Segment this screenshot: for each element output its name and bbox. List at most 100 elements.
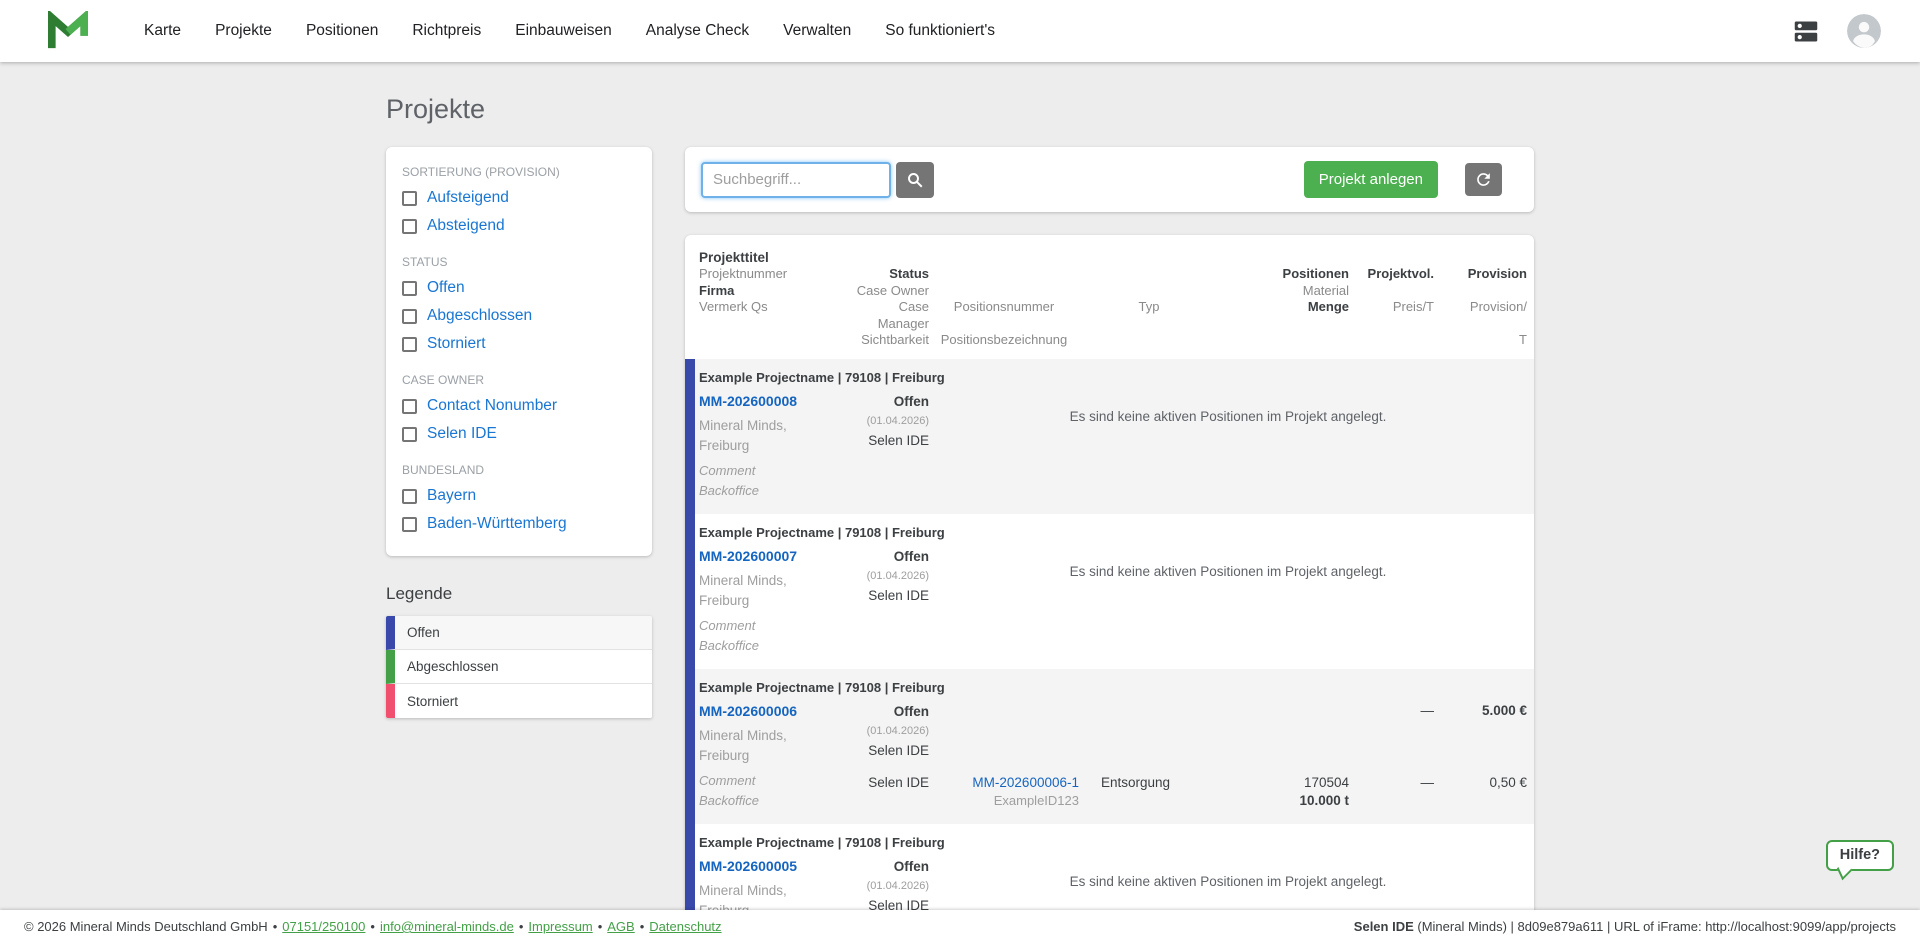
nav-item-richtpreis[interactable]: Richtpreis	[412, 22, 481, 40]
status-label: Offen	[893, 703, 929, 719]
legend-item-label: Offen	[407, 625, 440, 640]
checkbox-icon[interactable]	[402, 398, 417, 414]
refresh-button[interactable]	[1465, 163, 1502, 196]
nav-item-analyse-check[interactable]: Analyse Check	[646, 22, 749, 40]
project-vermerk: Comment	[699, 617, 756, 633]
empty-positions-message: Es sind keine aktiven Positionen im Proj…	[1069, 873, 1387, 889]
project-number-link[interactable]: MM-202600005	[699, 858, 797, 874]
footer-datenschutz-link[interactable]: Datenschutz	[649, 919, 721, 934]
filter-option-abgeschlossen[interactable]: Abgeschlossen	[402, 302, 636, 330]
checkbox-icon[interactable]	[402, 218, 417, 234]
legend-item-label: Abgeschlossen	[407, 659, 499, 674]
filter-option-label: Bayern	[427, 487, 477, 504]
filter-section-sortierung: SORTIERUNG (PROVISION) Aufsteigend Abste…	[402, 165, 636, 240]
position-menge: 10.000 t	[1299, 792, 1349, 808]
filter-option-label: Selen IDE	[427, 425, 497, 442]
table-header: Projekttitel Projektnummer Status Positi…	[685, 235, 1534, 359]
filter-option-baden-wuerttemberg[interactable]: Baden-Württemberg	[402, 510, 636, 538]
checkbox-icon[interactable]	[402, 488, 417, 504]
filter-option-contact-nonumber[interactable]: Contact Nonumber	[402, 392, 636, 420]
footer-separator: •	[272, 919, 278, 934]
page-container: Projekte SORTIERUNG (PROVISION) Aufsteig…	[386, 94, 1534, 943]
filter-option-label: Storniert	[427, 335, 486, 352]
project-number-link[interactable]: MM-202600007	[699, 548, 797, 564]
project-company: Mineral Minds, Freiburg	[699, 726, 844, 766]
mineral-minds-logo[interactable]	[46, 11, 90, 51]
filter-option-selen-ide[interactable]: Selen IDE	[402, 420, 636, 448]
position-provision: 0,50 €	[1489, 774, 1527, 790]
checkbox-icon[interactable]	[402, 190, 417, 206]
project-row-title: Example Projectname | 79108 | Freiburg	[699, 834, 945, 850]
filter-option-storniert[interactable]: Storniert	[402, 330, 636, 358]
status-label: Offen	[893, 393, 929, 409]
status-label: Offen	[893, 858, 929, 874]
company-line: Freiburg	[699, 747, 750, 763]
help-button[interactable]: Hilfe?	[1825, 840, 1894, 871]
position-preis: —	[1420, 774, 1435, 790]
footer-separator: •	[597, 919, 603, 934]
company-line: Freiburg	[699, 437, 750, 453]
search-toolbar: Projekt anlegen	[685, 147, 1534, 212]
footer-agb-link[interactable]: AGB	[607, 919, 634, 934]
filter-option-absteigend[interactable]: Absteigend	[402, 212, 636, 240]
nav-item-verwalten[interactable]: Verwalten	[783, 22, 851, 40]
header-positionsnummer: Positionsnummer	[953, 299, 1055, 314]
project-sichtbarkeit: Backoffice	[699, 482, 759, 498]
checkbox-icon[interactable]	[402, 280, 417, 296]
create-project-button[interactable]: Projekt anlegen	[1303, 161, 1438, 198]
position-number-cell: MM-202600006-1 ExampleID123	[929, 775, 1079, 811]
checkbox-icon[interactable]	[402, 336, 417, 352]
case-owner: Selen IDE	[868, 432, 929, 448]
company-line: Mineral Minds,	[699, 727, 787, 743]
filter-option-aufsteigend[interactable]: Aufsteigend	[402, 184, 636, 212]
header-projektvol: Projektvol.	[1367, 266, 1434, 281]
session-details: (Mineral Minds) | 8d09e879a611 | URL of …	[1413, 919, 1896, 934]
project-info-cell: MM-202600006 Mineral Minds, Freiburg Com…	[699, 703, 844, 811]
header-provision-t2: T	[1519, 332, 1527, 347]
empty-positions-message: Es sind keine aktiven Positionen im Proj…	[1069, 408, 1387, 424]
filter-option-offen[interactable]: Offen	[402, 274, 636, 302]
filter-option-bayern[interactable]: Bayern	[402, 482, 636, 510]
nav-item-positionen[interactable]: Positionen	[306, 22, 378, 40]
project-row-title: Example Projectname | 79108 | Freiburg	[699, 524, 945, 540]
header-vermerk-qs: Vermerk Qs	[699, 299, 768, 314]
project-sichtbarkeit: Backoffice	[699, 792, 759, 808]
page-title: Projekte	[386, 94, 486, 124]
header-positionsbezeichnung: Positionsbezeichnung	[940, 332, 1068, 347]
checkbox-icon[interactable]	[402, 426, 417, 442]
search-button[interactable]	[896, 161, 934, 198]
footer-email-link[interactable]: info@mineral-minds.de	[380, 919, 514, 934]
position-number-link[interactable]: MM-202600006-1	[972, 775, 1079, 790]
footer-phone-link[interactable]: 07151/250100	[282, 919, 365, 934]
project-row-title: Example Projectname | 79108 | Freiburg	[699, 369, 945, 385]
company-line: Mineral Minds,	[699, 417, 787, 433]
nav-item-karte[interactable]: Karte	[144, 22, 181, 40]
left-column: SORTIERUNG (PROVISION) Aufsteigend Abste…	[386, 147, 652, 718]
footer-impressum-link[interactable]: Impressum	[528, 919, 592, 934]
checkbox-icon[interactable]	[402, 516, 417, 532]
filter-panel: SORTIERUNG (PROVISION) Aufsteigend Abste…	[386, 147, 652, 556]
filter-section-status: STATUS Offen Abgeschlossen Storniert	[402, 255, 636, 358]
top-navigation-bar: Karte Projekte Positionen Richtpreis Ein…	[0, 0, 1920, 62]
company-line: Freiburg	[699, 592, 750, 608]
project-number-link[interactable]: MM-202600008	[699, 393, 797, 409]
project-volume-total: —	[1420, 702, 1435, 718]
position-case-manager: Selen IDE	[868, 774, 929, 790]
project-number-link[interactable]: MM-202600006	[699, 703, 797, 719]
header-status: Status	[889, 266, 929, 281]
nav-item-projekte[interactable]: Projekte	[215, 22, 272, 40]
project-row-title: Example Projectname | 79108 | Freiburg	[699, 679, 945, 695]
user-avatar[interactable]	[1847, 14, 1881, 48]
project-status-cell: Offen (01.04.2026) Selen IDE	[844, 858, 929, 913]
nav-item-so-funktionierts[interactable]: So funktioniert's	[885, 22, 995, 40]
search-input[interactable]	[701, 161, 891, 198]
checkbox-icon[interactable]	[402, 308, 417, 324]
position-typ: Entsorgung	[1101, 774, 1171, 790]
server-button[interactable]	[1791, 19, 1821, 44]
header-provision-t: Provision/	[1469, 299, 1527, 314]
project-row: Example Projectname | 79108 | Freiburg M…	[685, 513, 1534, 669]
header-positionen: Positionen	[1282, 266, 1349, 281]
company-line: Mineral Minds,	[699, 572, 787, 588]
header-preis-t: Preis/T	[1392, 299, 1434, 314]
nav-item-einbauweisen[interactable]: Einbauweisen	[515, 22, 612, 40]
